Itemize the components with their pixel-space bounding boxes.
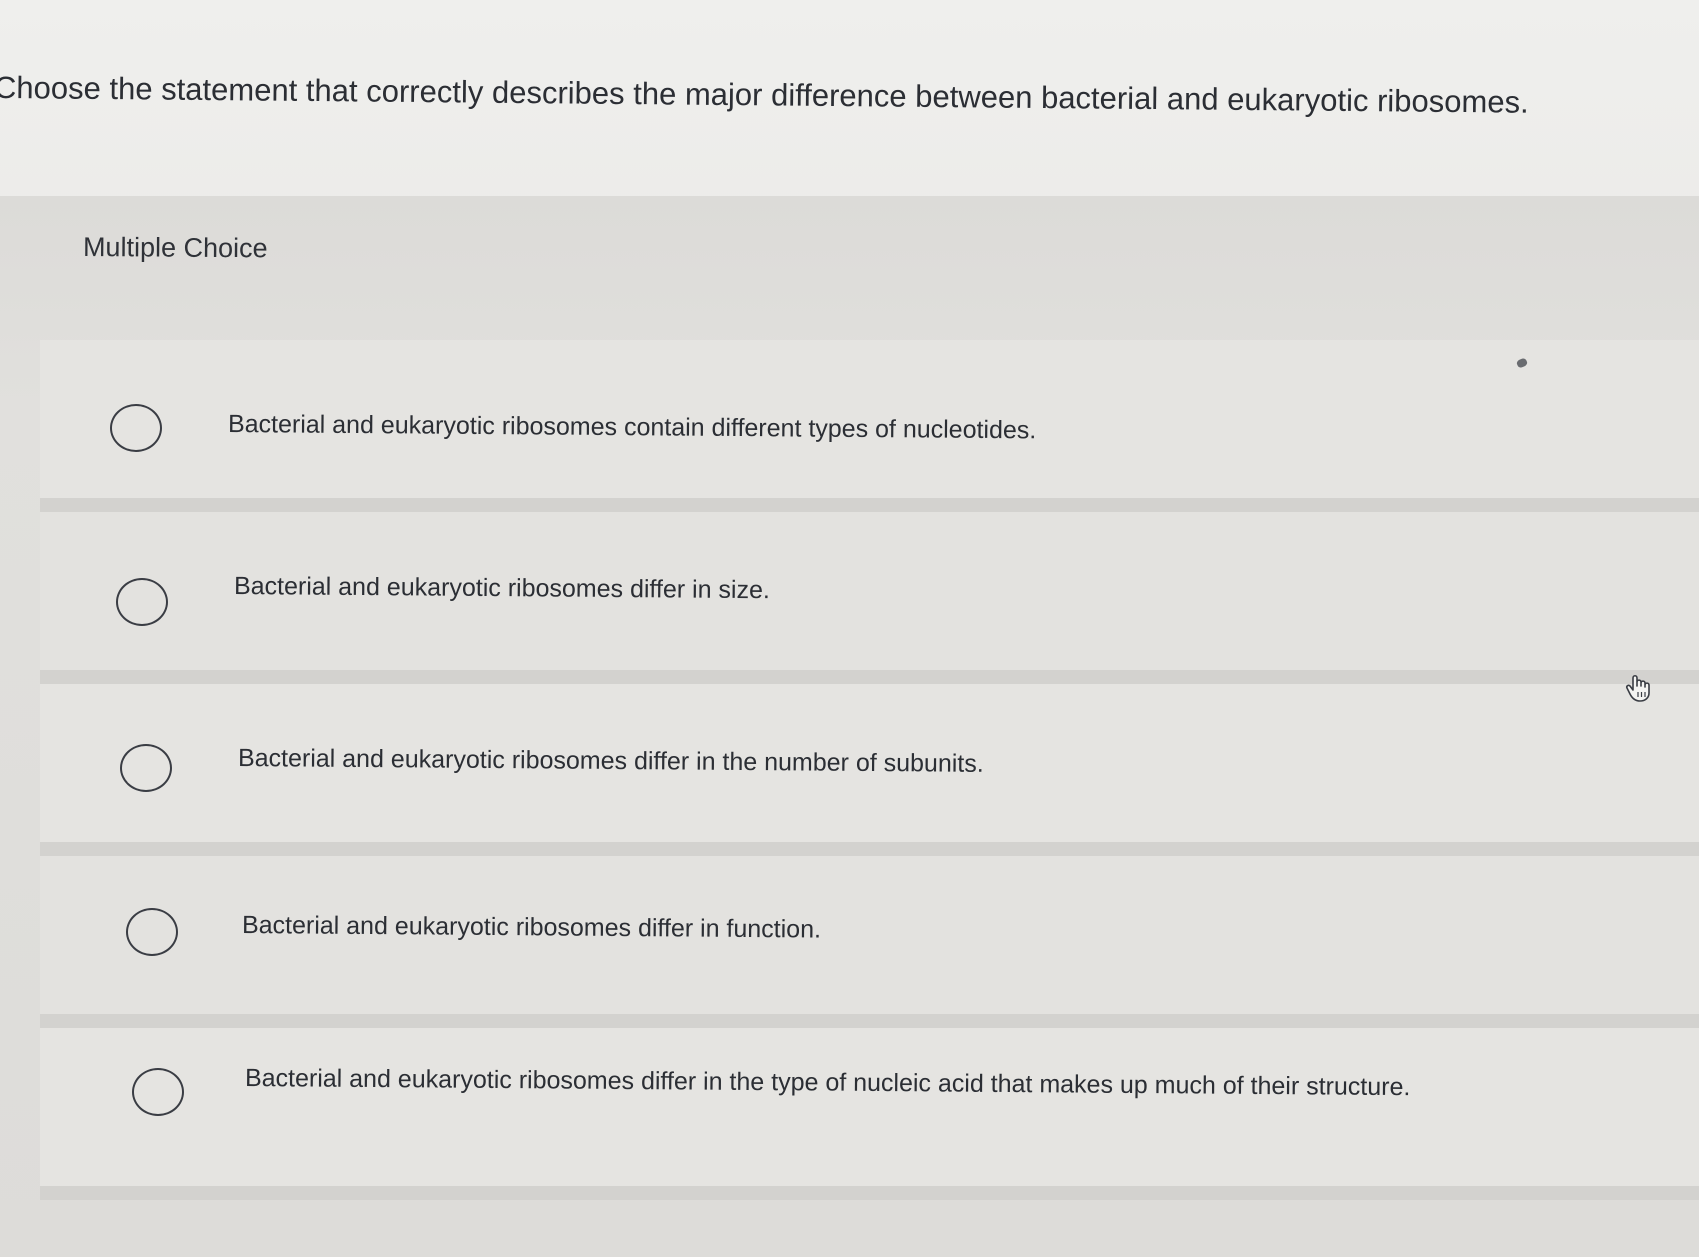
question-text: Choose the statement that correctly desc… — [0, 69, 1529, 120]
answer-option-label[interactable]: Bacterial and eukaryotic ribosomes conta… — [228, 410, 1037, 445]
hand-pointer-icon — [1625, 674, 1650, 702]
answer-option-label[interactable]: Bacterial and eukaryotic ribosomes diffe… — [242, 911, 821, 945]
answer-option[interactable]: Bacterial and eukaryotic ribosomes conta… — [40, 340, 1699, 512]
radio-button[interactable] — [132, 1068, 184, 1116]
radio-button[interactable] — [116, 578, 168, 626]
answer-option[interactable]: Bacterial and eukaryotic ribosomes diffe… — [40, 1028, 1699, 1200]
radio-button[interactable] — [110, 404, 162, 452]
answer-option-label[interactable]: Bacterial and eukaryotic ribosomes diffe… — [234, 572, 770, 605]
answer-option-label[interactable]: Bacterial and eukaryotic ribosomes diffe… — [238, 744, 984, 779]
question-type-label: Multiple Choice — [82, 232, 268, 264]
answer-option[interactable]: Bacterial and eukaryotic ribosomes diffe… — [40, 684, 1699, 856]
answer-option-label[interactable]: Bacterial and eukaryotic ribosomes diffe… — [245, 1064, 1411, 1102]
answer-option[interactable]: Bacterial and eukaryotic ribosomes diffe… — [40, 512, 1699, 684]
answer-option[interactable]: Bacterial and eukaryotic ribosomes diffe… — [40, 856, 1699, 1028]
answer-options-list: Bacterial and eukaryotic ribosomes conta… — [40, 340, 1699, 1200]
radio-button[interactable] — [120, 744, 172, 792]
radio-button[interactable] — [126, 908, 178, 956]
